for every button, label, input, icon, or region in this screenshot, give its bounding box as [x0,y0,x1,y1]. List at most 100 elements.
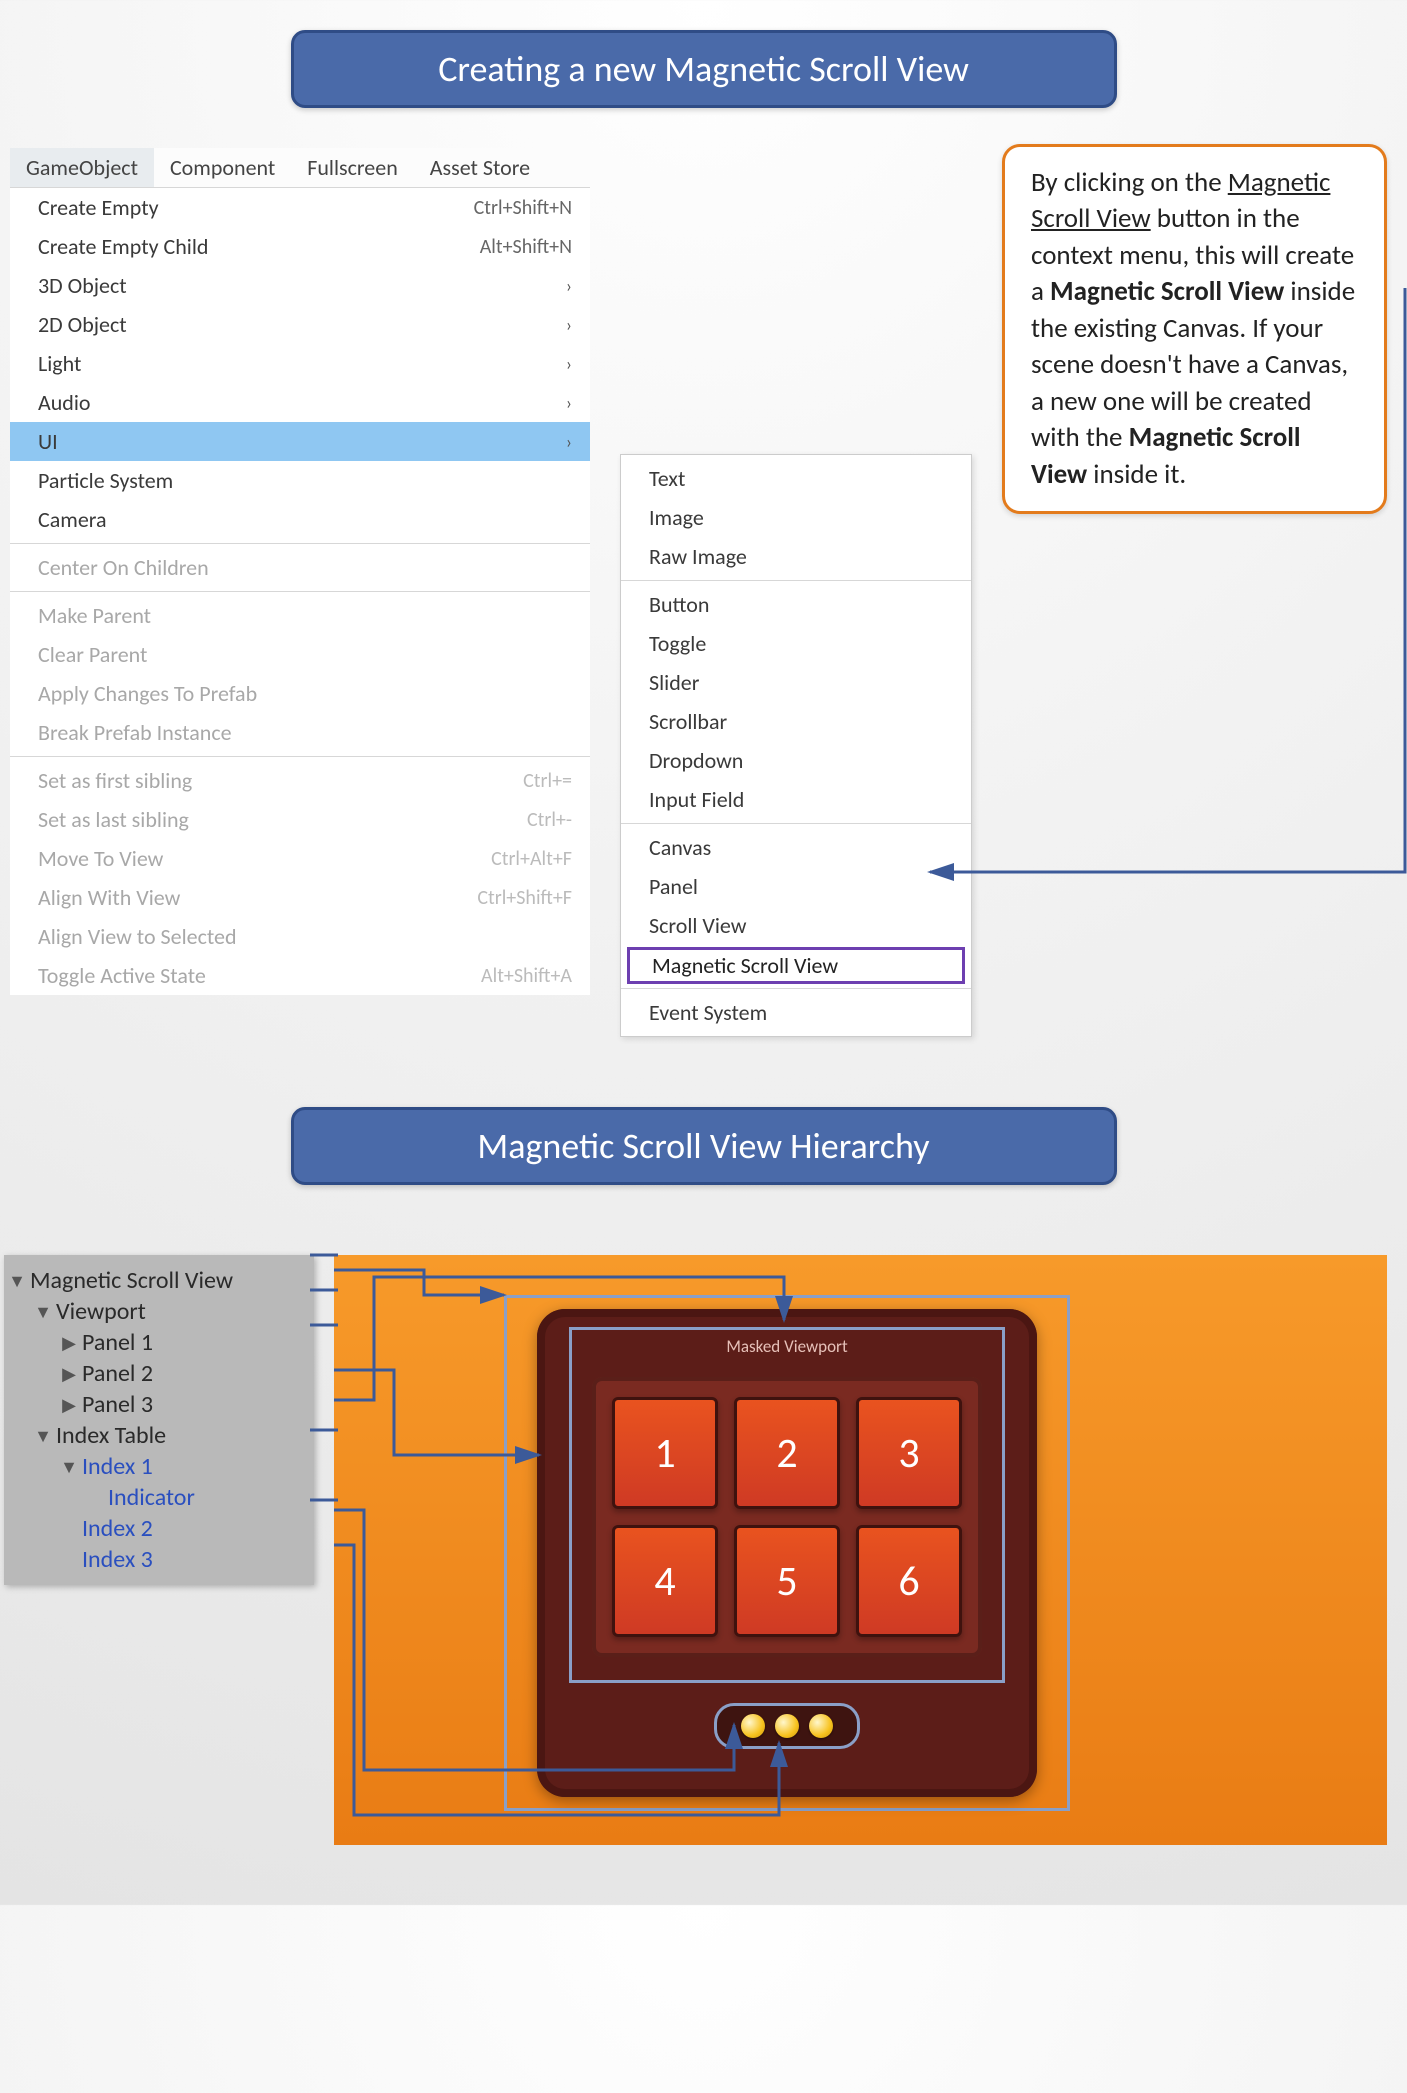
panel-tile-6[interactable]: 6 [856,1525,962,1637]
hierarchy-item-label: Index 1 [82,1452,153,1481]
submenu-item-toggle[interactable]: Toggle [621,624,971,663]
device-outer-bounds: Masked Viewport 123456 [504,1295,1070,1811]
gameobject-menu: Create EmptyCtrl+Shift+NCreate Empty Chi… [10,188,590,995]
chevron-right-icon: › [566,392,572,414]
menu-item-label: Break Prefab Instance [38,719,232,746]
submenu-item-panel[interactable]: Panel [621,867,971,906]
index-dot-1[interactable] [741,1714,765,1738]
submenu-item-canvas[interactable]: Canvas [621,828,971,867]
panel-tile-3[interactable]: 3 [856,1397,962,1509]
menu-item-3d-object[interactable]: 3D Object› [10,266,590,305]
menu-item-create-empty-child[interactable]: Create Empty ChildAlt+Shift+N [10,227,590,266]
hierarchy-item-viewport[interactable]: Viewport [4,1296,314,1327]
hierarchy-item-label: Viewport [56,1297,146,1326]
tree-toggle-icon[interactable] [34,1425,52,1447]
submenu-item-magnetic-scroll-view[interactable]: Magnetic Scroll View [627,947,965,984]
hierarchy-item-magnetic-scroll-view[interactable]: Magnetic Scroll View [4,1265,314,1296]
tree-toggle-icon[interactable] [60,1456,78,1478]
index-indicator-tray [714,1703,860,1749]
menu-item-shortcut: Ctrl+Shift+F [477,886,572,910]
submenu-item-button[interactable]: Button [621,585,971,624]
submenu-item-scroll-view[interactable]: Scroll View [621,906,971,945]
menu-item-light[interactable]: Light › [10,344,590,383]
submenu-item-slider[interactable]: Slider [621,663,971,702]
menu-item-2d-object[interactable]: 2D Object › [10,305,590,344]
menu-item-set-as-last-sibling: Set as last sibling Ctrl+- [10,800,590,839]
hierarchy-item-label: Magnetic Scroll View [30,1266,233,1295]
menu-item-break-prefab-instance: Break Prefab Instance [10,713,590,752]
hierarchy-item-panel-2[interactable]: Panel 2 [4,1358,314,1389]
menubar-item-fullscreen[interactable]: Fullscreen [291,148,414,187]
tree-toggle-icon[interactable] [60,1363,78,1385]
menu-item-label: Set as last sibling [38,806,189,833]
menu-item-shortcut: Alt+Shift+A [481,964,572,988]
menu-item-shortcut: Ctrl+- [527,808,572,832]
tree-toggle-icon[interactable] [60,1332,78,1354]
menu-item-label: UI [38,428,58,455]
menu-item-label: Apply Changes To Prefab [38,680,257,707]
menu-item-set-as-first-sibling: Set as first siblingCtrl+= [10,761,590,800]
hierarchy-item-index-2[interactable]: Index 2 [4,1513,314,1544]
hierarchy-item-label: Panel 2 [82,1359,153,1388]
context-menu: GameObjectComponentFullscreenAsset Store… [10,148,590,995]
submenu-item-text[interactable]: Text [621,459,971,498]
submenu-item-label: Toggle [649,630,706,657]
menu-item-center-on-children: Center On Children [10,548,590,587]
panel-grid: 123 456 [592,1377,982,1657]
menu-separator [10,756,590,757]
menu-item-align-with-view: Align With ViewCtrl+Shift+F [10,878,590,917]
index-dot-3[interactable] [809,1714,833,1738]
menu-item-shortcut: Ctrl+Shift+N [474,196,572,220]
menu-item-audio[interactable]: Audio› [10,383,590,422]
tree-toggle-icon[interactable] [8,1270,26,1292]
menu-item-label: Toggle Active State [38,962,206,989]
tree-toggle-icon[interactable] [34,1301,52,1323]
callout-text: By clicking on the Magnetic Scroll View … [1031,166,1355,491]
menu-item-create-empty[interactable]: Create EmptyCtrl+Shift+N [10,188,590,227]
menu-item-shortcut: Alt+Shift+N [480,235,572,259]
banner-creating: Creating a new Magnetic Scroll View [291,30,1117,108]
menu-item-particle-system[interactable]: Particle System [10,461,590,500]
hierarchy-item-label: Index Table [56,1421,166,1450]
submenu-item-image[interactable]: Image [621,498,971,537]
chevron-right-icon: › [566,275,572,297]
menu-item-label: Light [38,350,81,377]
submenu-item-scrollbar[interactable]: Scrollbar [621,702,971,741]
submenu-item-label: Canvas [649,834,711,861]
hierarchy-item-label: Indicator [108,1483,195,1512]
hierarchy-item-index-table[interactable]: Index Table [4,1420,314,1451]
submenu-item-event-system[interactable]: Event System [621,993,971,1032]
submenu-item-input-field[interactable]: Input Field [621,780,971,819]
panel-tile-2[interactable]: 2 [734,1397,840,1509]
hierarchy-item-indicator[interactable]: Indicator [4,1482,314,1513]
menubar-item-gameobject[interactable]: GameObject [10,148,154,187]
menu-item-apply-changes-to-prefab: Apply Changes To Prefab [10,674,590,713]
tree-toggle-icon[interactable] [60,1394,78,1416]
hierarchy-item-panel-3[interactable]: Panel 3 [4,1389,314,1420]
chevron-right-icon: › [566,353,572,375]
menu-item-camera[interactable]: Camera [10,500,590,539]
menu-separator [621,988,971,989]
menu-item-label: 2D Object [38,311,127,338]
chevron-right-icon: › [566,314,572,336]
hierarchy-panel: Magnetic Scroll ViewViewportPanel 1Panel… [4,1255,314,1585]
submenu-item-label: Dropdown [649,747,743,774]
submenu-item-label: Input Field [649,786,744,813]
hierarchy-item-index-1[interactable]: Index 1 [4,1451,314,1482]
menu-item-label: Camera [38,506,107,533]
panel-tile-5[interactable]: 5 [734,1525,840,1637]
menu-item-ui[interactable]: UI› [10,422,590,461]
menu-item-label: Particle System [38,467,173,494]
submenu-item-label: Text [649,465,685,492]
index-dot-2[interactable] [775,1714,799,1738]
hierarchy-item-index-3[interactable]: Index 3 [4,1544,314,1575]
hierarchy-item-panel-1[interactable]: Panel 1 [4,1327,314,1358]
menu-separator [10,591,590,592]
panel-tile-4[interactable]: 4 [612,1525,718,1637]
panel-tile-1[interactable]: 1 [612,1397,718,1509]
menubar-item-component[interactable]: Component [154,148,291,187]
menubar-item-asset-store[interactable]: Asset Store [414,148,546,187]
submenu-item-dropdown[interactable]: Dropdown [621,741,971,780]
submenu-item-label: Panel [649,873,698,900]
submenu-item-raw-image[interactable]: Raw Image [621,537,971,576]
